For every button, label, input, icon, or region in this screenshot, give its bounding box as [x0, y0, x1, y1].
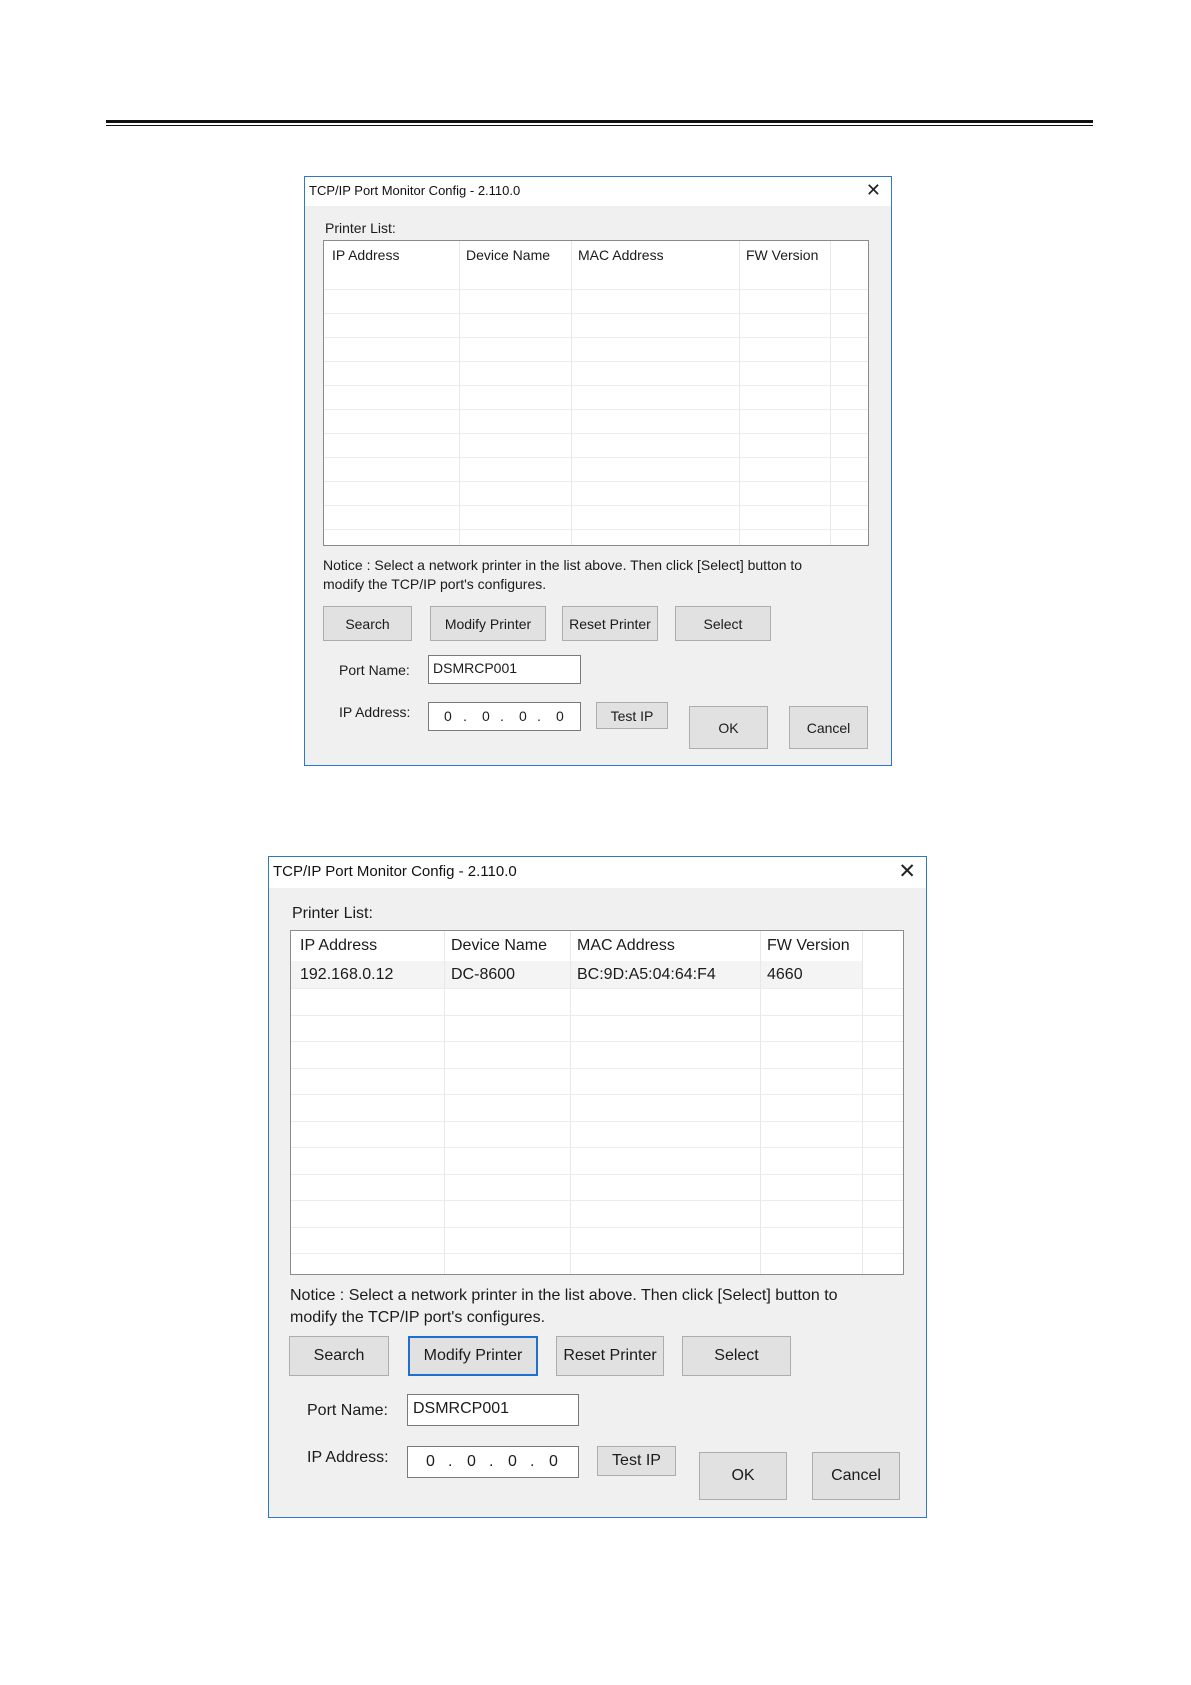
printer-list-label: Printer List: — [292, 905, 373, 922]
ip-octet-3: 0 — [519, 708, 527, 724]
cell-ip-address: 192.168.0.12 — [300, 966, 394, 983]
notice-text-line1: Notice : Select a network printer in the… — [323, 557, 803, 573]
column-header-ip-address[interactable]: IP Address — [332, 247, 399, 263]
ip-dot: . — [530, 1453, 535, 1470]
title-bar: TCP/IP Port Monitor Config - 2.110.0 ✕ — [305, 177, 891, 206]
ip-octet-4: 0 — [556, 708, 564, 724]
printer-list[interactable]: IP Address Device Name MAC Address FW Ve… — [290, 930, 904, 1275]
port-name-input[interactable]: DSMRCP001 — [407, 1394, 579, 1426]
cancel-button[interactable]: Cancel — [812, 1452, 900, 1500]
header-rule-thick — [106, 120, 1093, 123]
test-ip-button[interactable]: Test IP — [597, 1446, 676, 1476]
column-header-ip-address[interactable]: IP Address — [300, 937, 377, 955]
cell-device-name: DC-8600 — [451, 966, 516, 983]
ip-address-label: IP Address: — [307, 1449, 389, 1466]
port-name-label: Port Name: — [307, 1402, 388, 1419]
ip-octet-1: 0 — [444, 708, 452, 724]
notice-text-line2: modify the TCP/IP port's configures. — [290, 1309, 546, 1326]
ip-dot: . — [489, 1453, 494, 1470]
ip-address-input[interactable]: 0 . 0 . 0 . 0 — [428, 702, 581, 731]
notice-text-line2: modify the TCP/IP port's configures. — [323, 576, 547, 592]
printer-list[interactable]: IP Address Device Name MAC Address FW Ve… — [323, 240, 869, 546]
ip-address-input[interactable]: 0 . 0 . 0 . 0 — [407, 1446, 579, 1478]
tcpip-config-dialog-empty: TCP/IP Port Monitor Config - 2.110.0 ✕ P… — [304, 176, 892, 766]
column-header-device-name[interactable]: Device Name — [466, 247, 550, 263]
reset-printer-button[interactable]: Reset Printer — [562, 606, 658, 641]
select-button[interactable]: Select — [675, 606, 771, 641]
ok-button[interactable]: OK — [699, 1452, 787, 1500]
column-header-mac-address[interactable]: MAC Address — [577, 937, 675, 955]
ip-octet-1: 0 — [426, 1453, 435, 1470]
ip-dot: . — [500, 708, 504, 724]
ip-dot: . — [537, 708, 541, 724]
test-ip-button[interactable]: Test IP — [596, 702, 668, 729]
column-header-mac-address[interactable]: MAC Address — [578, 247, 664, 263]
ip-octet-2: 0 — [482, 708, 490, 724]
ip-dot: . — [463, 708, 467, 724]
ok-button[interactable]: OK — [689, 706, 768, 749]
port-name-label: Port Name: — [339, 662, 410, 678]
cell-fw-version: 4660 — [767, 966, 803, 983]
printer-list-label: Printer List: — [325, 220, 396, 236]
dialog-title: TCP/IP Port Monitor Config - 2.110.0 — [309, 183, 521, 198]
modify-printer-button[interactable]: Modify Printer — [408, 1336, 538, 1376]
ip-address-label: IP Address: — [339, 704, 411, 720]
ip-octet-4: 0 — [549, 1453, 558, 1470]
modify-printer-button[interactable]: Modify Printer — [430, 606, 546, 641]
dialog-title: TCP/IP Port Monitor Config - 2.110.0 — [273, 863, 517, 880]
ip-octet-2: 0 — [467, 1453, 476, 1470]
close-icon[interactable]: ✕ — [866, 180, 881, 201]
header-rule-thin — [106, 125, 1093, 126]
search-button[interactable]: Search — [289, 1336, 389, 1376]
notice-text-line1: Notice : Select a network printer in the… — [290, 1287, 838, 1304]
column-header-fw-version[interactable]: FW Version — [767, 937, 850, 955]
ip-octet-3: 0 — [508, 1453, 517, 1470]
cancel-button[interactable]: Cancel — [789, 706, 868, 749]
title-bar: TCP/IP Port Monitor Config - 2.110.0 ✕ — [269, 857, 926, 888]
column-header-fw-version[interactable]: FW Version — [746, 247, 818, 263]
tcpip-config-dialog-found: TCP/IP Port Monitor Config - 2.110.0 ✕ P… — [268, 856, 927, 1518]
cell-mac-address: BC:9D:A5:04:64:F4 — [577, 966, 716, 983]
close-icon[interactable]: ✕ — [898, 859, 916, 883]
port-name-input[interactable]: DSMRCP001 — [428, 655, 581, 684]
select-button[interactable]: Select — [682, 1336, 791, 1376]
column-header-device-name[interactable]: Device Name — [451, 937, 547, 955]
search-button[interactable]: Search — [323, 606, 412, 641]
ip-dot: . — [448, 1453, 453, 1470]
reset-printer-button[interactable]: Reset Printer — [556, 1336, 664, 1376]
